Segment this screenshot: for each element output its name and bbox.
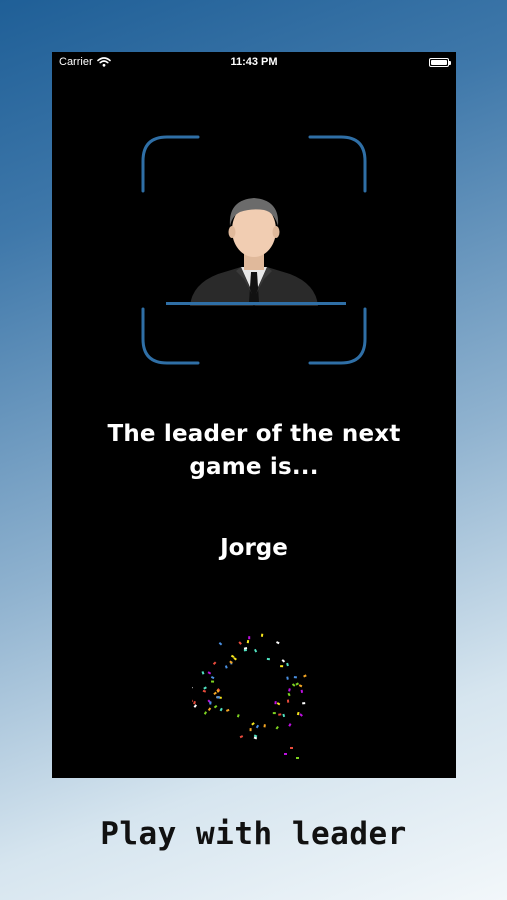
confetti-piece xyxy=(193,704,197,708)
confetti-piece xyxy=(282,713,286,718)
confetti-piece xyxy=(246,639,250,644)
confetti-piece xyxy=(236,714,240,718)
confetti-piece xyxy=(216,696,220,699)
confetti-piece xyxy=(212,661,217,665)
confetti-animation xyxy=(192,633,307,759)
confetti-piece xyxy=(300,689,304,693)
confetti-piece xyxy=(202,689,207,693)
confetti-piece xyxy=(266,657,270,661)
confetti-piece xyxy=(209,701,212,705)
confetti-piece xyxy=(225,708,230,712)
promo-caption: Play with leader xyxy=(100,816,407,852)
confetti-piece xyxy=(281,659,286,663)
confetti-piece xyxy=(288,688,291,692)
confetti-piece xyxy=(263,724,266,728)
phone-screen: Carrier 11:43 PM The leader of the next … xyxy=(52,52,456,778)
confetti-piece xyxy=(295,682,299,686)
confetti-piece xyxy=(251,722,255,726)
confetti-piece xyxy=(276,641,280,645)
confetti-piece xyxy=(203,686,207,690)
confetti-piece xyxy=(218,642,223,646)
status-time: 11:43 PM xyxy=(230,56,278,68)
confetti-piece xyxy=(207,671,212,675)
leader-name: Jorge xyxy=(220,535,288,561)
confetti-piece xyxy=(260,633,264,637)
confetti-piece xyxy=(239,735,244,739)
confetti-piece xyxy=(201,671,205,675)
confetti-piece xyxy=(296,711,300,716)
confetti-piece xyxy=(303,674,307,678)
confetti-piece xyxy=(274,701,277,705)
confetti-piece xyxy=(286,699,290,703)
confetti-piece xyxy=(293,676,297,679)
confetti-piece xyxy=(224,665,228,669)
leader-announcement: The leader of the next game is... xyxy=(107,421,401,480)
confetti-piece xyxy=(248,636,251,640)
confetti-piece xyxy=(275,725,279,730)
confetti-piece xyxy=(207,707,212,712)
confetti-piece xyxy=(299,713,303,717)
confetti-piece xyxy=(272,712,276,715)
confetti-piece xyxy=(238,641,242,645)
confetti-piece xyxy=(278,713,282,716)
confetti-piece xyxy=(219,707,223,712)
confetti-piece xyxy=(213,704,218,709)
scan-frame xyxy=(140,134,368,366)
confetti-piece xyxy=(290,747,293,749)
confetti-piece xyxy=(286,676,289,680)
leader-avatar-icon xyxy=(166,198,346,306)
confetti-piece xyxy=(233,657,237,661)
confetti-piece xyxy=(302,702,306,705)
confetti-piece xyxy=(296,757,299,759)
confetti-piece xyxy=(288,723,292,727)
confetti-piece xyxy=(249,728,252,732)
confetti-piece xyxy=(210,680,215,683)
battery-icon xyxy=(429,58,451,67)
confetti-piece xyxy=(254,648,258,653)
confetti-piece xyxy=(286,662,289,667)
confetti-piece xyxy=(203,711,207,715)
confetti-piece xyxy=(291,683,296,687)
confetti-piece xyxy=(213,691,217,696)
confetti-piece xyxy=(280,665,284,668)
confetti-piece xyxy=(284,753,287,755)
confetti-piece xyxy=(298,684,303,688)
confetti-piece xyxy=(287,692,291,697)
confetti-piece xyxy=(192,699,193,703)
confetti-piece xyxy=(276,702,281,706)
confetti-piece xyxy=(230,654,235,659)
confetti-piece xyxy=(192,686,193,690)
confetti-piece xyxy=(193,700,196,705)
confetti-piece xyxy=(210,676,215,680)
status-bar: Carrier 11:43 PM xyxy=(52,52,456,74)
confetti-piece xyxy=(255,724,260,729)
